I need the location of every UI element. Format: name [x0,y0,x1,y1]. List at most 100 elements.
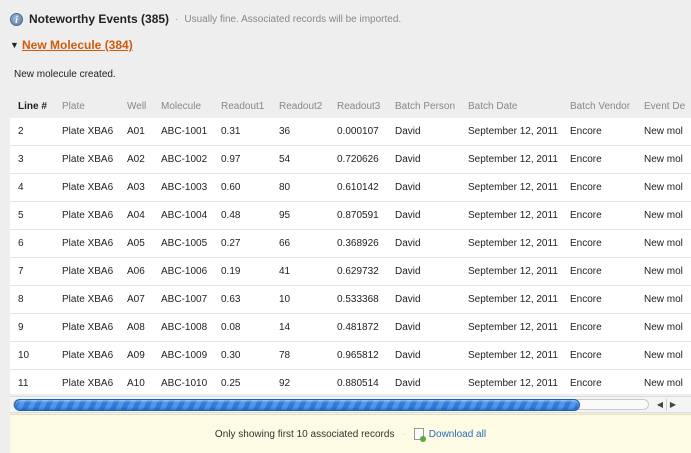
table-cell: 0.629732 [337,266,379,277]
table-cell: New mol [644,210,683,221]
table-cell: David [395,350,421,361]
table-cell: September 12, 2011 [468,238,558,249]
table-cell: Plate XBA6 [62,294,114,305]
table-cell: A01 [127,126,145,137]
table-cell: 0.19 [221,266,241,277]
table-cell: Encore [570,126,602,137]
table-cell: 14 [279,322,291,333]
table-cell: 80 [279,182,291,193]
table-cell: Encore [570,350,602,361]
download-file-icon[interactable] [413,428,426,442]
table-cell: 11 [18,378,29,389]
table-cell: 6 [18,238,24,249]
table-cell: September 12, 2011 [468,182,558,193]
table-row: 8 Plate XBA6 A07 ABC-1007 0.63 10 0.533368 Davi… [10,286,691,314]
download-all-link[interactable]: Download all [429,429,486,440]
table-cell: ABC-1004 [161,210,208,221]
table-cell: ABC-1001 [161,126,208,137]
table-cell: 7 [18,266,24,277]
table-cell: 10 [279,294,291,305]
table-cell: Encore [570,210,602,221]
table-cell: A05 [127,238,145,249]
table-cell: 4 [18,182,24,193]
table-cell: David [395,182,421,193]
table-cell: A02 [127,154,145,165]
table-cell: New mol [644,266,683,277]
table-cell: David [395,210,421,221]
arrow-left-icon[interactable]: ◀ [654,399,666,411]
table-cell: ABC-1005 [161,238,208,249]
table-cell: New mol [644,126,683,137]
table-cell: 0.97 [221,154,241,165]
table-row: 3 Plate XBA6 A02 ABC-1002 0.97 54 0.720626 Davi… [10,146,691,174]
table-cell: A03 [127,182,145,193]
column-header: Molecule [161,101,202,112]
table-row: 5 Plate XBA6 A04 ABC-1004 0.48 95 0.870591 Davi… [10,202,691,230]
table-row: 4 Plate XBA6 A03 ABC-1003 0.60 80 0.610142 Davi… [10,174,691,202]
table-cell: David [395,154,421,165]
table-cell: 0.48 [221,210,241,221]
table-cell: ABC-1009 [161,350,208,361]
table-cell: 0.720626 [337,154,379,165]
table-cell: September 12, 2011 [468,266,558,277]
arrow-right-icon[interactable]: ▶ [666,399,679,411]
column-header: Event De [644,101,686,112]
table-row: 6 Plate XBA6 A05 ABC-1005 0.27 66 0.368926 Davi… [10,230,691,258]
table-cell: September 12, 2011 [468,126,558,137]
footer-notice: Only showing first 10 associated records… [10,414,691,453]
table-cell: ABC-1002 [161,154,208,165]
table-cell: Encore [570,266,602,277]
table-cell: 95 [279,210,291,221]
table-cell: Plate XBA6 [62,350,114,361]
table-cell: 0.533368 [337,294,379,305]
events-subtitle: Usually fine. Associated records will be… [184,13,402,25]
scroll-thumb[interactable] [14,399,580,411]
table-cell: New mol [644,294,683,305]
triangle-down-icon[interactable]: ▼ [10,40,19,50]
table-cell: 3 [18,154,24,165]
column-header: Batch Vendor [570,101,631,112]
table-cell: 54 [279,154,291,165]
table-cell: 0.30 [221,350,241,361]
table-cell: 0.870591 [337,210,379,221]
horizontal-scrollbar[interactable]: ◀ ▶ [10,396,691,413]
events-header: i Noteworthy Events (385) · Usually fine… [10,10,401,28]
table-cell: Plate XBA6 [62,210,114,221]
table-cell: Encore [570,182,602,193]
events-title: Noteworthy Events (385) [29,12,170,26]
table-cell: Plate XBA6 [62,378,114,389]
table-cell: Encore [570,154,602,165]
section-header[interactable]: ▼ New Molecule (384) [10,37,133,53]
column-header: Plate [62,101,85,112]
table-cell: September 12, 2011 [468,294,558,305]
table-cell: New mol [644,350,683,361]
table-cell: Plate XBA6 [62,154,114,165]
column-header: Line # [18,101,47,112]
table-cell: 0.965812 [337,350,379,361]
new-molecule-link[interactable]: New Molecule (384) [22,38,133,52]
table-cell: ABC-1008 [161,322,208,333]
table-cell: 0.31 [221,126,241,137]
table-cell: David [395,266,421,277]
table-cell: Plate XBA6 [62,182,114,193]
table-cell: 0.610142 [337,182,379,193]
table-cell: September 12, 2011 [468,154,558,165]
table-cell: Encore [570,294,602,305]
table-cell: ABC-1003 [161,182,208,193]
table-cell: David [395,126,421,137]
records-limit-notice: Only showing first 10 associated records [214,428,395,440]
table-row: 7 Plate XBA6 A06 ABC-1006 0.19 41 0.629732 Davi… [10,258,691,286]
table-cell: David [395,378,421,389]
table-cell: A04 [127,210,145,221]
table-cell: September 12, 2011 [468,378,558,389]
table-cell: A10 [127,378,145,389]
table-cell: A07 [127,294,145,305]
column-header: Readout2 [279,101,323,112]
table-cell: Plate XBA6 [62,126,114,137]
table-cell: Plate XBA6 [62,322,114,333]
table-cell: 2 [18,126,24,137]
table-cell: 0.481872 [337,322,379,333]
table-cell: New mol [644,378,683,389]
table-cell: David [395,238,421,249]
table-cell: Plate XBA6 [62,266,114,277]
